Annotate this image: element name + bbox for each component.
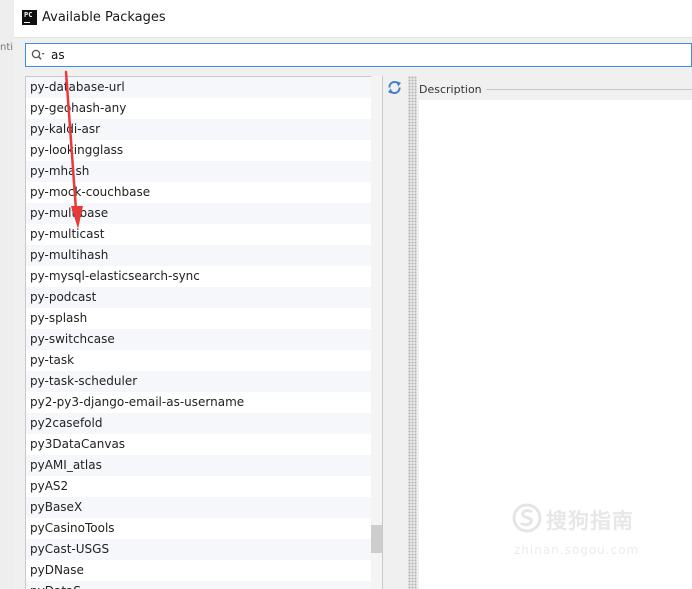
- pycharm-app-icon: PC: [22, 10, 37, 25]
- scrollbar-thumb[interactable]: [371, 525, 382, 553]
- watermark-url: zhinan.sogou.com: [514, 543, 640, 557]
- package-list-item[interactable]: py-mhash: [26, 161, 382, 182]
- package-list-item[interactable]: py-multibase: [26, 203, 382, 224]
- search-icon[interactable]: [31, 49, 45, 61]
- description-separator: [480, 89, 692, 90]
- list-scrollbar[interactable]: [371, 76, 382, 589]
- available-packages-dialog: PC Available Packages py-database-urlpy-…: [14, 0, 692, 589]
- package-list-item[interactable]: py-mysql-elasticsearch-sync: [26, 266, 382, 287]
- package-list-item[interactable]: py-multihash: [26, 245, 382, 266]
- sogou-watermark: 搜狗指南 zhinan.sogou.com: [512, 503, 682, 563]
- window-title: Available Packages: [42, 10, 166, 25]
- refresh-icon[interactable]: [386, 79, 403, 96]
- package-list-item[interactable]: py-switchcase: [26, 329, 382, 350]
- package-list-item[interactable]: py-lookingglass: [26, 140, 382, 161]
- background-window-text: nti: [0, 42, 14, 53]
- title-bar[interactable]: PC Available Packages: [14, 0, 692, 38]
- package-list-item[interactable]: py-mock-couchbase: [26, 182, 382, 203]
- package-list-item[interactable]: py-splash: [26, 308, 382, 329]
- package-list-item[interactable]: py-podcast: [26, 287, 382, 308]
- sogou-logo-icon: [512, 503, 542, 533]
- package-list-item[interactable]: pyAS2: [26, 476, 382, 497]
- package-list-item[interactable]: py2-py3-django-email-as-username: [26, 392, 382, 413]
- description-label: Description: [419, 83, 486, 96]
- package-list[interactable]: py-database-url py-geohash-any py-kaldi-as…: [25, 76, 383, 589]
- package-list-item[interactable]: py-database-url: [26, 77, 382, 98]
- package-list-item[interactable]: pyDNase: [26, 560, 382, 581]
- background-window-edge: nti: [0, 0, 14, 589]
- watermark-text: 搜狗指南: [546, 509, 634, 533]
- package-list-item[interactable]: py2casefold: [26, 413, 382, 434]
- package-list-item[interactable]: py-geohash-any: [26, 98, 382, 119]
- package-list-item[interactable]: py-multicast: [26, 224, 382, 245]
- package-list-item[interactable]: pyAMI_atlas: [26, 455, 382, 476]
- package-list-item[interactable]: py-task: [26, 350, 382, 371]
- package-list-item[interactable]: py-task-scheduler: [26, 371, 382, 392]
- package-list-item[interactable]: pyBaseX: [26, 497, 382, 518]
- search-input[interactable]: [51, 46, 671, 64]
- package-list-item[interactable]: pyCast-USGS: [26, 539, 382, 560]
- package-list-item[interactable]: pyCasinoTools: [26, 518, 382, 539]
- package-list-item[interactable]: py-kaldi-asr: [26, 119, 382, 140]
- package-list-item[interactable]: py3DataCanvas: [26, 434, 382, 455]
- pane-splitter[interactable]: [408, 76, 417, 589]
- package-list-item[interactable]: pyDataS: [26, 581, 382, 589]
- search-box[interactable]: [25, 43, 692, 67]
